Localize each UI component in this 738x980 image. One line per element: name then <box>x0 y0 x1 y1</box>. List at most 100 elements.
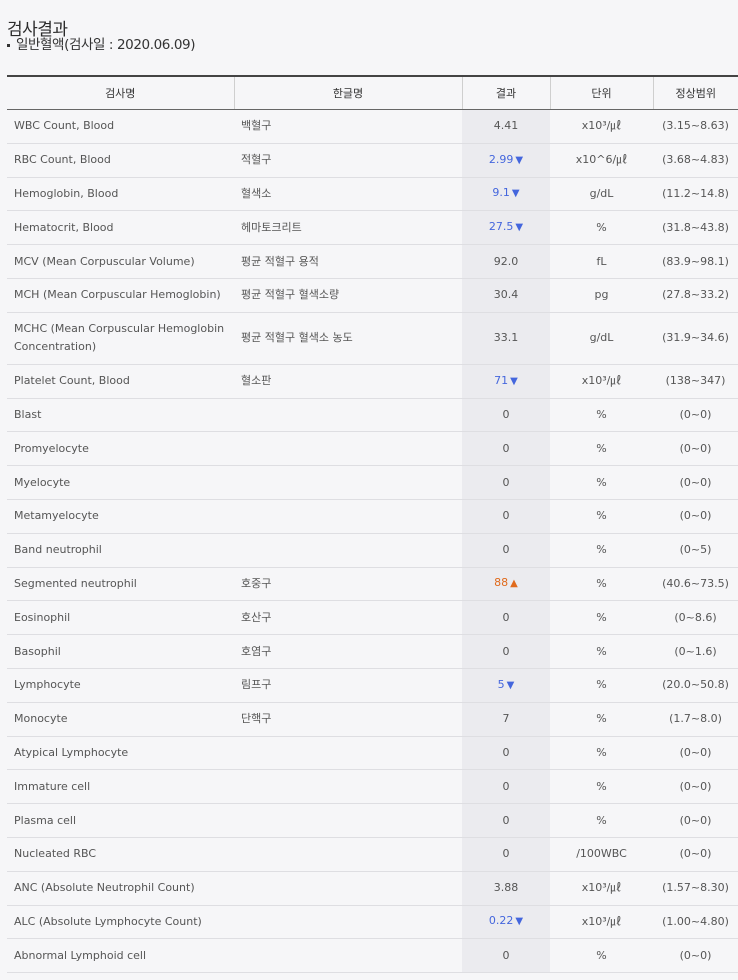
test-name-cell: MCHC (Mean Corpuscular Hemoglobin Concen… <box>7 312 234 365</box>
header-result: 결과 <box>461 75 550 110</box>
korean-name-cell: 평균 적혈구 용적 <box>234 244 462 279</box>
result-value: 0 <box>502 475 510 489</box>
result-cell: 9.1 ▼ <box>462 177 550 212</box>
result-value: 0 <box>502 948 510 962</box>
test-name-cell: Monocyte <box>7 702 234 737</box>
table-row: Blast 0% (0~0) <box>7 398 738 433</box>
results-table: 검사명 한글명 결과 단위 정상범위 WBC Count, Blood 백혈구 4.… <box>7 75 738 974</box>
result-value: 0 <box>502 407 510 421</box>
result-cell: 0 <box>462 465 550 500</box>
bullet-icon <box>7 43 10 47</box>
normal-range-cell: (0~0) <box>653 803 738 838</box>
result-cell: 30.4 <box>462 278 550 313</box>
unit-cell: % <box>550 600 653 636</box>
header-normal-range: 정상범위 <box>652 75 738 110</box>
table-row: Nucleated RBC 0/100WBC (0~0) <box>7 837 738 872</box>
normal-range-cell: (0~5) <box>653 533 738 568</box>
table-row: Basophil 호염구 0% (0~1.6) <box>7 634 738 669</box>
result-cell: 0 <box>462 431 550 467</box>
korean-name-cell: 백혈구 <box>234 109 462 144</box>
test-name-cell: WBC Count, Blood <box>7 109 234 144</box>
test-name-cell: Eosinophil <box>7 600 234 636</box>
result-value: 27.5 <box>488 220 514 234</box>
unit-cell: x10³/㎕ <box>550 364 653 399</box>
normal-range-cell: (138~347) <box>653 364 738 399</box>
korean-name-cell <box>234 465 462 500</box>
result-value: 30.4 <box>493 288 519 302</box>
down-triangle-icon: ▼ <box>511 188 520 200</box>
normal-range-cell: (31.9~34.6) <box>653 312 738 365</box>
test-name-cell: Plasma cell <box>7 803 234 838</box>
test-name-cell: RBC Count, Blood <box>7 143 234 178</box>
table-row: MCV (Mean Corpuscular Volume) 평균 적혈구 용적 92… <box>7 244 738 279</box>
normal-range-cell: (0~0) <box>653 938 738 974</box>
unit-cell: % <box>550 769 653 805</box>
korean-name-cell: 림프구 <box>234 668 462 703</box>
test-name-cell: Myelocyte <box>7 465 234 500</box>
unit-cell: % <box>550 634 653 669</box>
unit-cell: x10³/㎕ <box>550 109 653 144</box>
result-value: 0 <box>502 610 510 624</box>
table-row: RBC Count, Blood 적혈구 2.99 ▼ x10^6/㎕ (3.68~4.8… <box>7 143 738 178</box>
result-cell: 5 ▼ <box>462 668 550 703</box>
normal-range-cell: (0~0) <box>653 431 738 467</box>
test-name-cell: Blast <box>7 398 234 433</box>
unit-cell: % <box>550 465 653 500</box>
korean-name-cell <box>234 398 462 433</box>
table-row: Plasma cell 0% (0~0) <box>7 803 738 838</box>
result-value: 0 <box>502 441 510 455</box>
normal-range-cell: (1.00~4.80) <box>653 905 738 940</box>
result-value: 0 <box>502 745 510 759</box>
unit-cell: % <box>550 533 653 568</box>
result-value: 0 <box>502 847 510 861</box>
down-triangle-icon: ▼ <box>515 222 524 234</box>
unit-cell: % <box>550 702 653 737</box>
down-triangle-icon: ▼ <box>506 679 515 691</box>
result-value: 0 <box>502 509 510 523</box>
result-cell: 92.0 <box>462 244 550 279</box>
korean-name-cell <box>234 837 462 872</box>
korean-name-cell <box>234 499 462 534</box>
normal-range-cell: (27.8~33.2) <box>653 278 738 313</box>
down-triangle-icon: ▼ <box>515 916 524 928</box>
result-value: 71 <box>494 373 509 387</box>
korean-name-cell <box>234 736 462 771</box>
test-name-cell: Lymphocyte <box>7 668 234 703</box>
test-name-cell: ALC (Absolute Lymphocyte Count) <box>7 905 234 940</box>
korean-name-cell: 평균 적혈구 혈색소 농도 <box>234 312 462 365</box>
subtitle-text: 일반혈액(검사일 : 2020.06.09) <box>16 37 196 53</box>
normal-range-cell: (0~0) <box>653 465 738 500</box>
table-row: Monocyte 단핵구 7% (1.7~8.0) <box>7 702 738 737</box>
result-cell: 3.88 <box>462 871 550 906</box>
table-row: Abnormal Lymphoid cell 0% (0~0) <box>7 938 738 974</box>
up-triangle-icon: ▲ <box>510 578 518 590</box>
result-value: 7 <box>502 712 510 726</box>
korean-name-cell: 헤마토크리트 <box>234 210 462 246</box>
result-value: 9.1 <box>492 186 510 200</box>
korean-name-cell: 적혈구 <box>234 143 462 178</box>
korean-name-cell: 호염구 <box>234 634 462 669</box>
table-row: Band neutrophil 0% (0~5) <box>7 533 738 568</box>
result-cell: 0.22 ▼ <box>462 905 550 940</box>
table-row: MCHC (Mean Corpuscular Hemoglobin Concen… <box>7 312 738 365</box>
table-row: Hemoglobin, Blood 혈색소 9.1 ▼ g/dL (11.2~14.8) <box>7 177 738 212</box>
unit-cell: x10^6/㎕ <box>550 143 653 178</box>
result-cell: 4.41 <box>462 109 550 144</box>
table-row: Eosinophil 호산구 0% (0~8.6) <box>7 600 738 636</box>
section-subtitle: 일반혈액(검사일 : 2020.06.09) <box>7 33 196 53</box>
header-test-name: 검사명 <box>7 75 234 110</box>
result-cell: 71 ▼ <box>462 364 550 399</box>
result-cell: 0 <box>462 533 550 568</box>
korean-name-cell: 호중구 <box>234 567 462 602</box>
result-value: 0 <box>502 644 510 658</box>
table-row: Segmented neutrophil 호중구 88 ▲% (40.6~73.5) <box>7 567 738 602</box>
normal-range-cell: (0~1.6) <box>653 634 738 669</box>
result-cell: 0 <box>462 398 550 433</box>
table-row: Promyelocyte 0% (0~0) <box>7 431 738 467</box>
korean-name-cell: 평균 적혈구 혈색소량 <box>234 278 462 313</box>
result-cell: 0 <box>462 736 550 771</box>
test-name-cell: Immature cell <box>7 769 234 805</box>
korean-name-cell <box>234 803 462 838</box>
test-name-cell: Metamyelocyte <box>7 499 234 534</box>
unit-cell: % <box>550 803 653 838</box>
